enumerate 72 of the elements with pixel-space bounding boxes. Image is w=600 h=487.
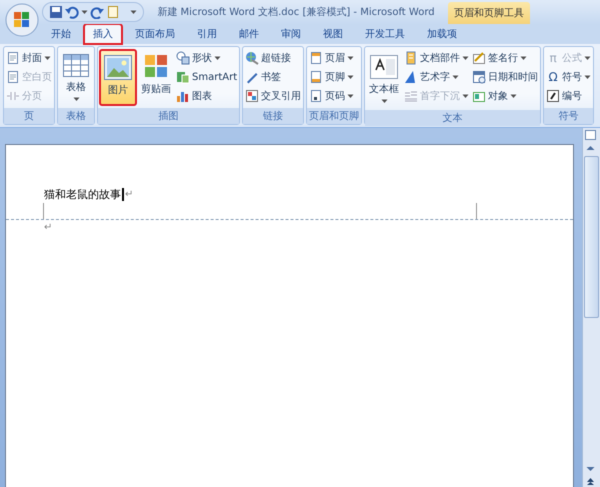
ribbon-tab[interactable]: 页面布局 — [126, 24, 184, 44]
clip-art-icon — [143, 53, 169, 79]
ribbon-button[interactable]: 页脚 — [308, 68, 356, 86]
save-icon[interactable] — [49, 5, 63, 19]
redo-icon[interactable] — [90, 5, 104, 19]
ribbon-button[interactable]: 文档部件 — [403, 49, 470, 67]
ribbon-tab[interactable]: 开发工具 — [356, 24, 414, 44]
ribbon-button[interactable]: 文本框 — [366, 49, 402, 108]
ribbon-button[interactable]: 形状 — [175, 49, 238, 67]
group-label: 文本 — [365, 110, 540, 126]
ribbon-button[interactable]: 表格 — [59, 49, 93, 106]
ribbon-button[interactable]: 页眉 — [308, 49, 356, 67]
shapes-icon — [176, 51, 190, 65]
ribbon-button[interactable]: 剪贴画 — [138, 49, 174, 106]
ribbon-button[interactable]: 签名行 — [471, 49, 540, 67]
group-label: 表格 — [58, 108, 94, 124]
ribbon-button[interactable]: 封面 — [5, 49, 53, 67]
ribbon-tab[interactable]: 视图 — [314, 24, 352, 44]
document-icon — [6, 70, 20, 84]
group-label: 符号 — [544, 108, 594, 124]
group-label: 页眉和页脚 — [307, 108, 362, 124]
page-break-icon — [6, 89, 20, 103]
header-text: 猫和老鼠的故事 — [44, 187, 121, 202]
ribbon-tab[interactable]: 加载项 — [418, 24, 466, 44]
document-icon — [6, 51, 20, 65]
ribbon-button[interactable]: 图片 — [99, 49, 137, 106]
smartart-icon — [176, 70, 190, 84]
footer-icon — [309, 70, 324, 84]
scrollbar-thumb[interactable] — [584, 156, 599, 318]
ribbon-button[interactable]: 编号 — [545, 87, 592, 105]
ribbon-button[interactable]: 超链接 — [244, 49, 302, 67]
signature-line-icon — [472, 51, 486, 65]
drop-cap-icon — [404, 89, 418, 103]
ribbon-button[interactable]: 艺术字 — [403, 68, 470, 86]
calendar-icon — [472, 70, 486, 84]
paragraph-mark: ↵ — [125, 189, 134, 200]
ribbon-tab[interactable]: 邮件 — [230, 24, 268, 44]
image-icon — [103, 54, 133, 80]
document-parts-icon — [404, 51, 418, 65]
object-icon — [472, 89, 486, 103]
ribbon-button[interactable]: 日期和时间 — [471, 68, 540, 86]
ribbon-tab[interactable]: 开始 — [42, 24, 80, 44]
table-icon — [62, 53, 90, 77]
ribbon-button[interactable]: 对象 — [471, 87, 540, 105]
globe-icon — [245, 51, 260, 65]
group-label: 链接 — [243, 108, 304, 124]
group-label: 插图 — [98, 108, 240, 124]
ribbon-button[interactable]: 页码 — [308, 87, 356, 105]
header-icon — [309, 51, 324, 65]
ribbon-tab[interactable]: 审阅 — [272, 24, 310, 44]
ribbon-button[interactable]: 交叉引用 — [244, 87, 302, 105]
ribbon-tab[interactable]: 插入 — [84, 24, 122, 44]
undo-icon[interactable] — [65, 5, 79, 19]
ribbon-button[interactable]: Ω 符号 — [545, 68, 592, 86]
paragraph-mark: ↵ — [44, 222, 54, 233]
pen-icon — [245, 70, 260, 84]
page-number-icon — [309, 89, 324, 103]
context-tab-label[interactable]: 页眉和页脚工具 — [448, 2, 530, 24]
window-title: 新建 Microsoft Word 文档.doc [兼容模式] - Microsoft Word — [156, 6, 436, 19]
ribbon-button[interactable]: 图表 — [175, 87, 238, 105]
numbering-icon — [546, 89, 560, 103]
bar-chart-icon — [176, 89, 190, 103]
ruler-toggle-icon[interactable] — [583, 128, 598, 142]
customize-caret-icon — [130, 10, 137, 14]
dropdown-caret-icon — [81, 10, 88, 14]
group-label: 页 — [4, 108, 54, 124]
text-box-icon — [369, 53, 400, 79]
ribbon-tab[interactable]: 引用 — [188, 24, 226, 44]
new-document-icon[interactable] — [106, 5, 120, 19]
ribbon-button[interactable]: SmartArt — [175, 68, 238, 86]
ribbon-button[interactable]: 书签 — [244, 68, 302, 86]
cross-reference-icon — [245, 89, 260, 103]
